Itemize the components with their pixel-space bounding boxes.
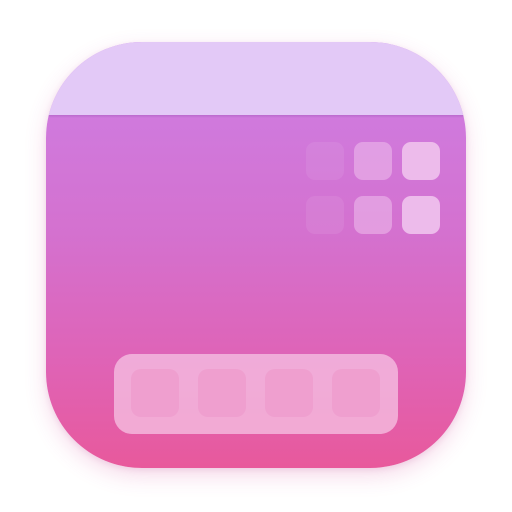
window-title-band (46, 42, 466, 115)
dock-slot (131, 369, 179, 417)
grid-tile (306, 142, 344, 180)
title-band-divider (46, 115, 466, 118)
grid-tile (402, 142, 440, 180)
dock-slot (265, 369, 313, 417)
icon-canvas (0, 0, 512, 512)
dock-slot (332, 369, 380, 417)
dock-tray (114, 354, 398, 434)
dock-slot (198, 369, 246, 417)
grid-tile (402, 196, 440, 234)
grid-tile (354, 196, 392, 234)
grid-tile (354, 142, 392, 180)
app-icon[interactable] (46, 42, 466, 468)
grid-tile (306, 196, 344, 234)
